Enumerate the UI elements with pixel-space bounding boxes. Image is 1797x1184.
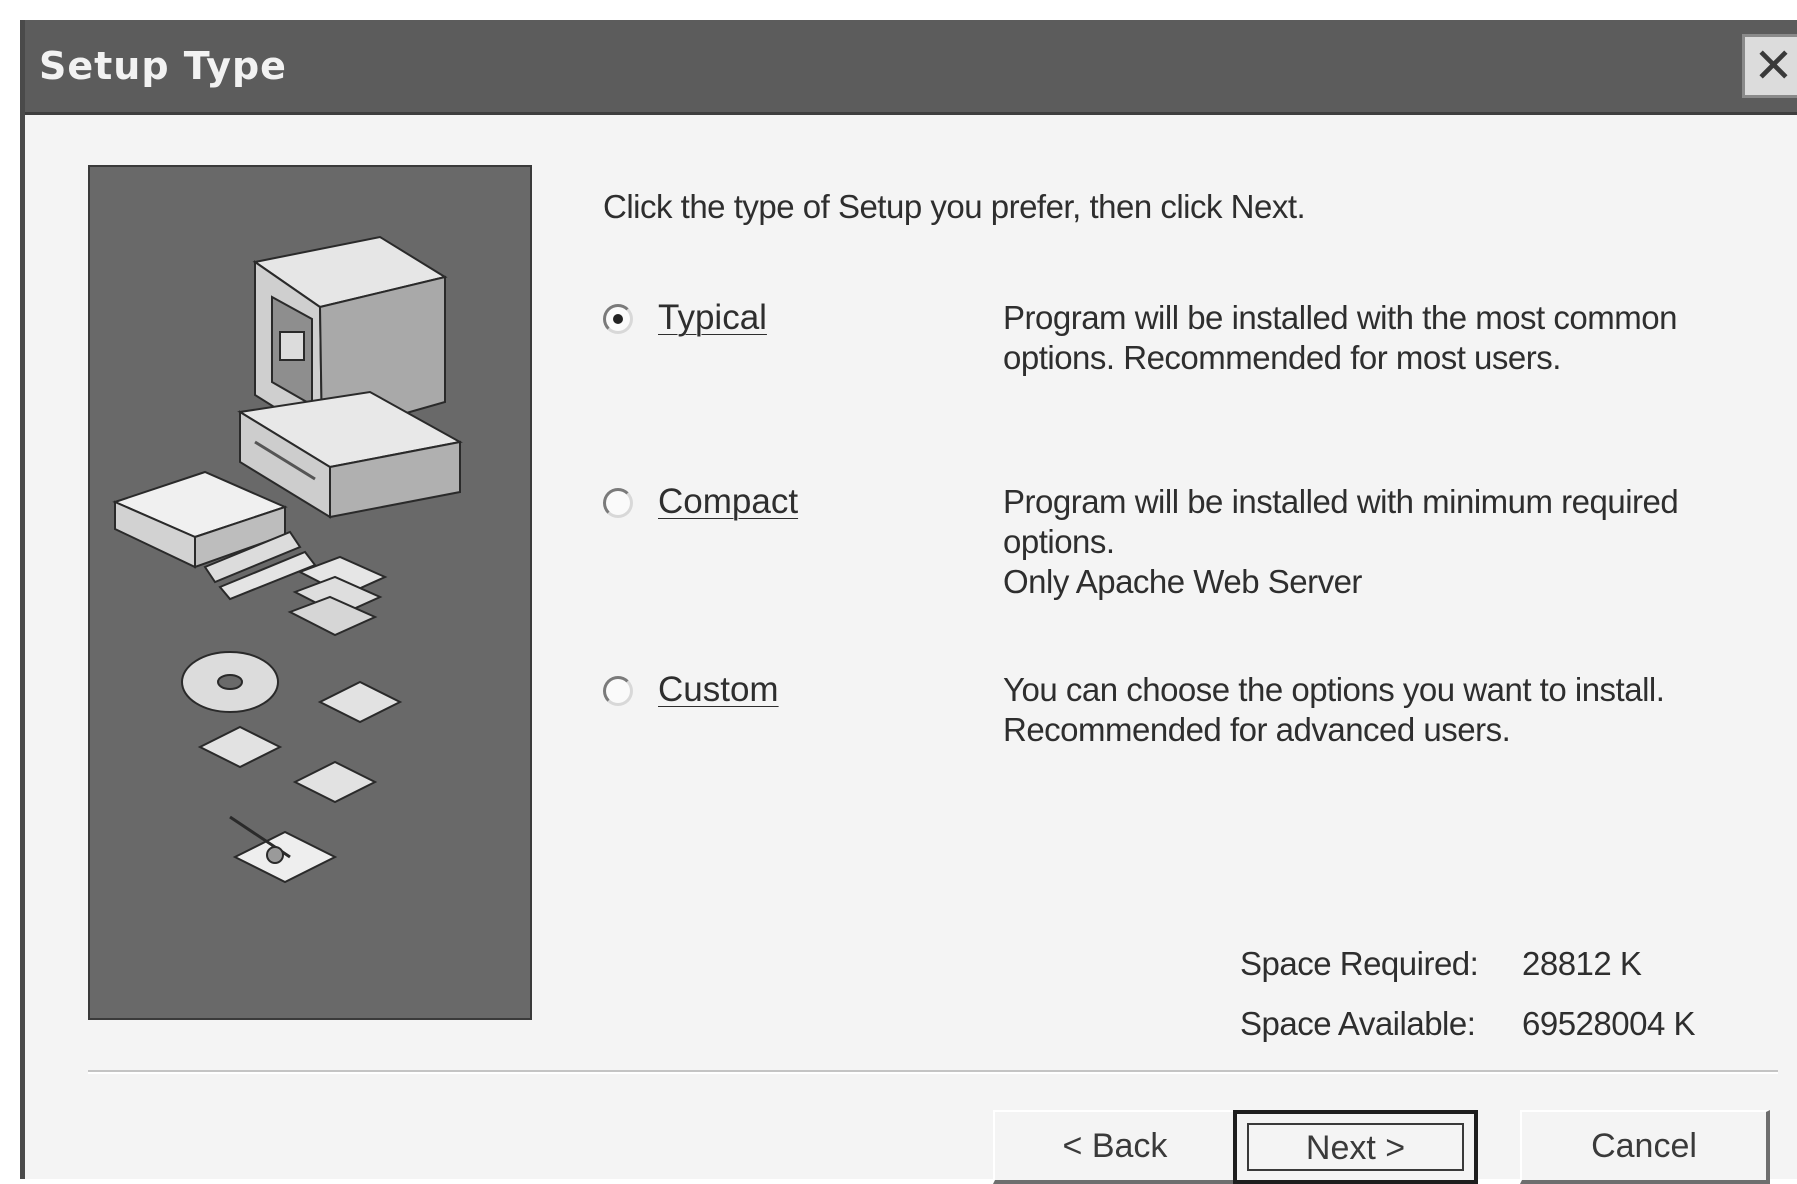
cd-icon (181, 651, 279, 713)
license-card-icon (229, 815, 338, 884)
dialog-title: Setup Type (39, 44, 287, 88)
title-bar[interactable]: Setup Type ✕ (25, 20, 1797, 115)
typical-description: Program will be installed with the most … (1003, 299, 1677, 376)
space-required-value: 28812 K (1522, 945, 1642, 982)
setup-computer-illustration (112, 235, 463, 884)
next-button[interactable]: Next > (1233, 1110, 1478, 1184)
instruction-text: Click the type of Setup you prefer, then… (603, 188, 1306, 225)
setup-type-dialog: Setup Type ✕ Click the type of Setup you… (20, 20, 1797, 1184)
back-button[interactable]: < Back (993, 1110, 1239, 1184)
space-available-value: 69528004 K (1522, 1005, 1696, 1042)
compact-label[interactable]: Compact (658, 482, 798, 522)
custom-radio[interactable] (603, 676, 633, 706)
setup-illustration-panel (88, 165, 532, 1020)
computer-icon (237, 235, 463, 519)
space-required: Space Required: 28812 K (1240, 945, 1642, 983)
custom-description: You can choose the options you want to i… (1003, 671, 1665, 748)
compact-radio[interactable] (603, 488, 633, 518)
compact-description: Program will be installed with minimum r… (1003, 483, 1679, 600)
typical-radio[interactable] (603, 304, 633, 334)
button-divider (88, 1070, 1778, 1074)
space-required-label: Space Required: (1240, 945, 1479, 982)
cancel-button[interactable]: Cancel (1520, 1110, 1770, 1184)
next-button-label: Next > (1247, 1123, 1464, 1171)
custom-label[interactable]: Custom (658, 670, 779, 710)
drive-icon (112, 470, 317, 601)
space-available: Space Available: 69528004 K (1240, 1005, 1696, 1043)
typical-label[interactable]: Typical (658, 298, 767, 338)
close-icon: ✕ (1753, 38, 1794, 94)
space-available-label: Space Available: (1240, 1005, 1476, 1042)
close-button[interactable]: ✕ (1742, 34, 1797, 98)
